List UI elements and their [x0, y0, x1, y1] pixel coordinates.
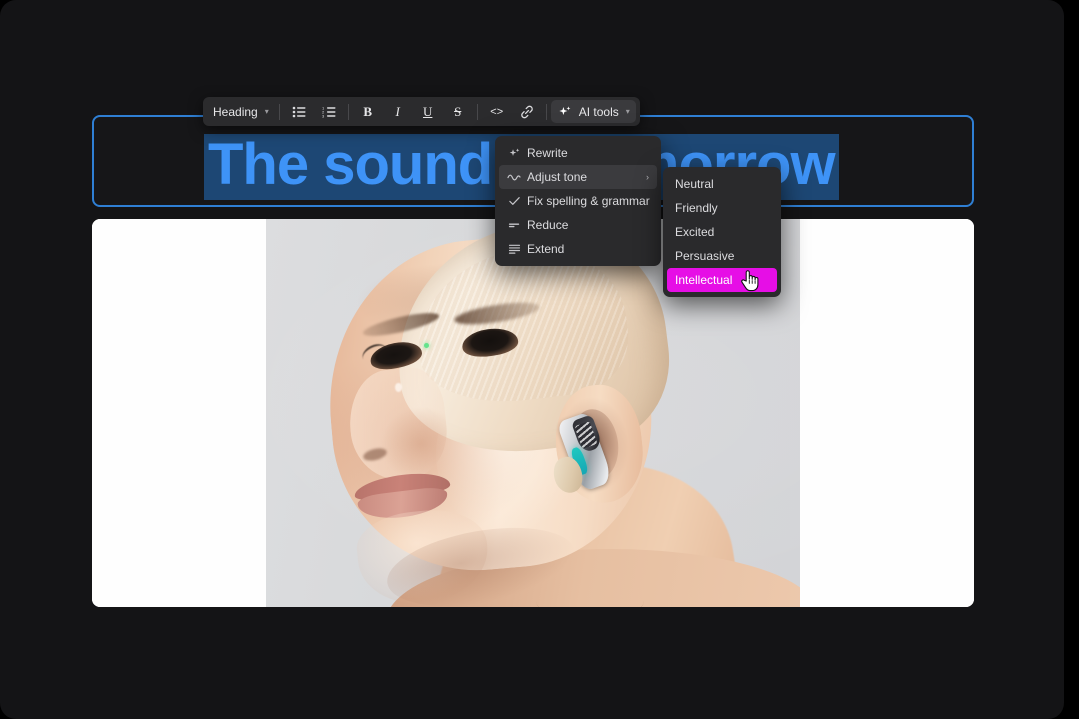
code-button[interactable]: <>: [482, 101, 512, 123]
tone-option-label: Persuasive: [675, 249, 735, 263]
image-block[interactable]: [92, 219, 974, 607]
editor-canvas[interactable]: The sound of tomorrow: [0, 0, 1064, 719]
link-button[interactable]: [512, 101, 542, 123]
menu-item-reduce[interactable]: Reduce: [499, 213, 657, 237]
bold-button[interactable]: B: [353, 101, 383, 123]
app-window: The sound of tomorrow: [0, 0, 1064, 719]
underline-button[interactable]: U: [413, 101, 443, 123]
image-right-panel: [800, 219, 974, 607]
menu-item-adjust-tone[interactable]: Adjust tone ›: [499, 165, 657, 189]
ai-tools-button[interactable]: AI tools ▾: [550, 100, 636, 123]
menu-item-fix-spelling-grammar[interactable]: Fix spelling & grammar: [499, 189, 657, 213]
check-icon: [505, 195, 523, 207]
adjust-tone-submenu: Neutral Friendly Excited Persuasive Inte…: [663, 167, 781, 297]
tone-option-intellectual[interactable]: Intellectual: [667, 268, 777, 292]
ai-tools-menu: Rewrite Adjust tone › Fix spelling & gra: [495, 136, 661, 266]
tone-option-label: Neutral: [675, 177, 714, 191]
bulleted-list-button[interactable]: [284, 101, 314, 123]
sparkle-icon: [556, 103, 574, 121]
tone-option-label: Excited: [675, 225, 715, 239]
ai-tools-label: AI tools: [578, 104, 619, 119]
menu-item-rewrite[interactable]: Rewrite: [499, 141, 657, 165]
svg-text:3: 3: [322, 113, 325, 117]
menu-item-extend[interactable]: Extend: [499, 237, 657, 261]
extend-icon: [505, 243, 523, 255]
strikethrough-icon: S: [454, 103, 462, 119]
strikethrough-button[interactable]: S: [443, 101, 473, 123]
tone-option-label: Intellectual: [675, 273, 733, 287]
tone-option-label: Friendly: [675, 201, 718, 215]
toolbar-divider: [347, 103, 349, 120]
menu-item-label: Fix spelling & grammar: [527, 194, 650, 208]
photo-green-sparkle: [424, 343, 429, 348]
toolbar-divider: [545, 103, 547, 120]
style-select-heading[interactable]: Heading ▾: [207, 101, 275, 123]
numbered-list-button[interactable]: 1 2 3: [314, 101, 344, 123]
tone-option-friendly[interactable]: Friendly: [667, 196, 777, 220]
image-left-panel: [92, 219, 266, 607]
tone-option-excited[interactable]: Excited: [667, 220, 777, 244]
format-toolbar: Heading ▾ 1 2 3 B I U S <> AI tools ▾: [203, 97, 640, 126]
wave-icon: [505, 172, 523, 182]
chevron-right-icon: ›: [646, 172, 649, 182]
menu-item-label: Adjust tone: [527, 170, 588, 184]
photo-necklace: [536, 581, 644, 607]
sparkle-icon: [505, 147, 523, 160]
chevron-down-icon: ▾: [625, 107, 630, 116]
tone-option-neutral[interactable]: Neutral: [667, 172, 777, 196]
reduce-icon: [505, 220, 523, 230]
toolbar-divider: [278, 103, 280, 120]
underline-icon: U: [423, 103, 433, 119]
bold-icon: B: [363, 103, 373, 119]
chevron-down-icon: ▾: [264, 107, 269, 116]
menu-item-label: Reduce: [527, 218, 569, 232]
menu-item-label: Extend: [527, 242, 565, 256]
tone-option-persuasive[interactable]: Persuasive: [667, 244, 777, 268]
toolbar-divider: [476, 103, 478, 120]
bulleted-list-icon: [290, 103, 308, 121]
numbered-list-icon: 1 2 3: [320, 103, 338, 121]
italic-button[interactable]: I: [383, 101, 413, 123]
italic-icon: I: [395, 103, 400, 119]
code-icon: <>: [490, 105, 504, 118]
menu-item-label: Rewrite: [527, 146, 568, 160]
style-select-label: Heading: [213, 104, 258, 119]
link-icon: [518, 103, 536, 121]
